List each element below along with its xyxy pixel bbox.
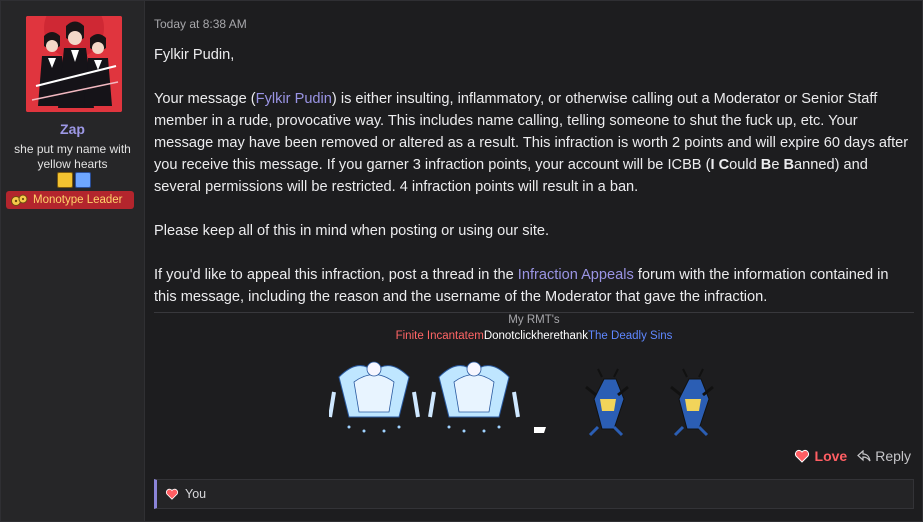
reply-button[interactable]: Reply — [857, 448, 911, 464]
text-span: ould — [729, 157, 761, 173]
user-link[interactable]: Fylkir Pudin — [256, 91, 332, 107]
sprite-fragment — [534, 427, 546, 433]
reply-icon — [857, 450, 871, 462]
user-banner: Monotype Leader — [6, 191, 134, 209]
text-span: Your message ( — [154, 91, 256, 107]
icbb-letter: B — [760, 157, 772, 173]
team-link[interactable]: Finite Incantatem — [396, 330, 484, 342]
text-span: anned — [794, 157, 835, 173]
username[interactable]: Zap — [1, 121, 144, 137]
greeting: Fylkir Pudin, — [154, 47, 235, 63]
signature-divider — [154, 312, 914, 313]
heart-icon — [794, 449, 809, 463]
message-main: Today at 8:38 AM Fylkir Pudin, Your mess… — [154, 1, 914, 521]
user-title: she put my name with yellow hearts — [14, 142, 131, 171]
reply-label: Reply — [875, 448, 911, 464]
icbb-letter: C — [714, 157, 730, 173]
text-span: e — [771, 157, 784, 173]
heart-icon — [165, 488, 179, 500]
primarina-sprite — [428, 361, 520, 433]
user-sidebar: Zap she put my name with yellow hearts M… — [1, 1, 145, 521]
avatar[interactable] — [26, 16, 122, 112]
signature-title: My RMT's — [508, 314, 560, 326]
sun-type-icon — [57, 172, 73, 188]
reactions-bar[interactable]: You — [154, 479, 914, 509]
avatar-image — [26, 16, 122, 112]
reminder-paragraph: Please keep all of this in mind when pos… — [154, 223, 550, 239]
user-icons — [57, 172, 91, 188]
banner-label: Monotype Leader — [33, 194, 123, 206]
love-label: Love — [814, 448, 848, 464]
message-actions: Love Reply — [794, 448, 911, 464]
icbb-letter: B — [783, 157, 795, 173]
lucario-sprite — [670, 368, 714, 437]
text-span: If you'd like to appeal this infraction,… — [154, 267, 518, 283]
signature-sprites — [329, 361, 714, 437]
pokemon-banner-icon — [11, 194, 28, 206]
team-link[interactable]: The Deadly Sins — [588, 330, 672, 342]
appeal-paragraph: If you'd like to appeal this infraction,… — [154, 264, 914, 308]
primarina-sprite — [329, 361, 420, 433]
message-body: Fylkir Pudin, Your message (Fylkir Pudin… — [154, 44, 914, 330]
signature-teams: Finite IncantatemDonotclickherethankThe … — [154, 330, 914, 342]
lucario-sprite — [585, 368, 629, 437]
reactions-label[interactable]: You — [185, 487, 206, 501]
love-button[interactable]: Love — [794, 448, 848, 464]
infraction-appeals-link[interactable]: Infraction Appeals — [518, 267, 634, 283]
water-type-icon — [75, 172, 91, 188]
infraction-paragraph: Your message (Fylkir Pudin) is either in… — [154, 88, 914, 198]
message-frame: Zap she put my name with yellow hearts M… — [0, 0, 923, 522]
team-link[interactable]: Donotclickherethank — [484, 330, 588, 342]
message-timestamp[interactable]: Today at 8:38 AM — [154, 17, 247, 31]
